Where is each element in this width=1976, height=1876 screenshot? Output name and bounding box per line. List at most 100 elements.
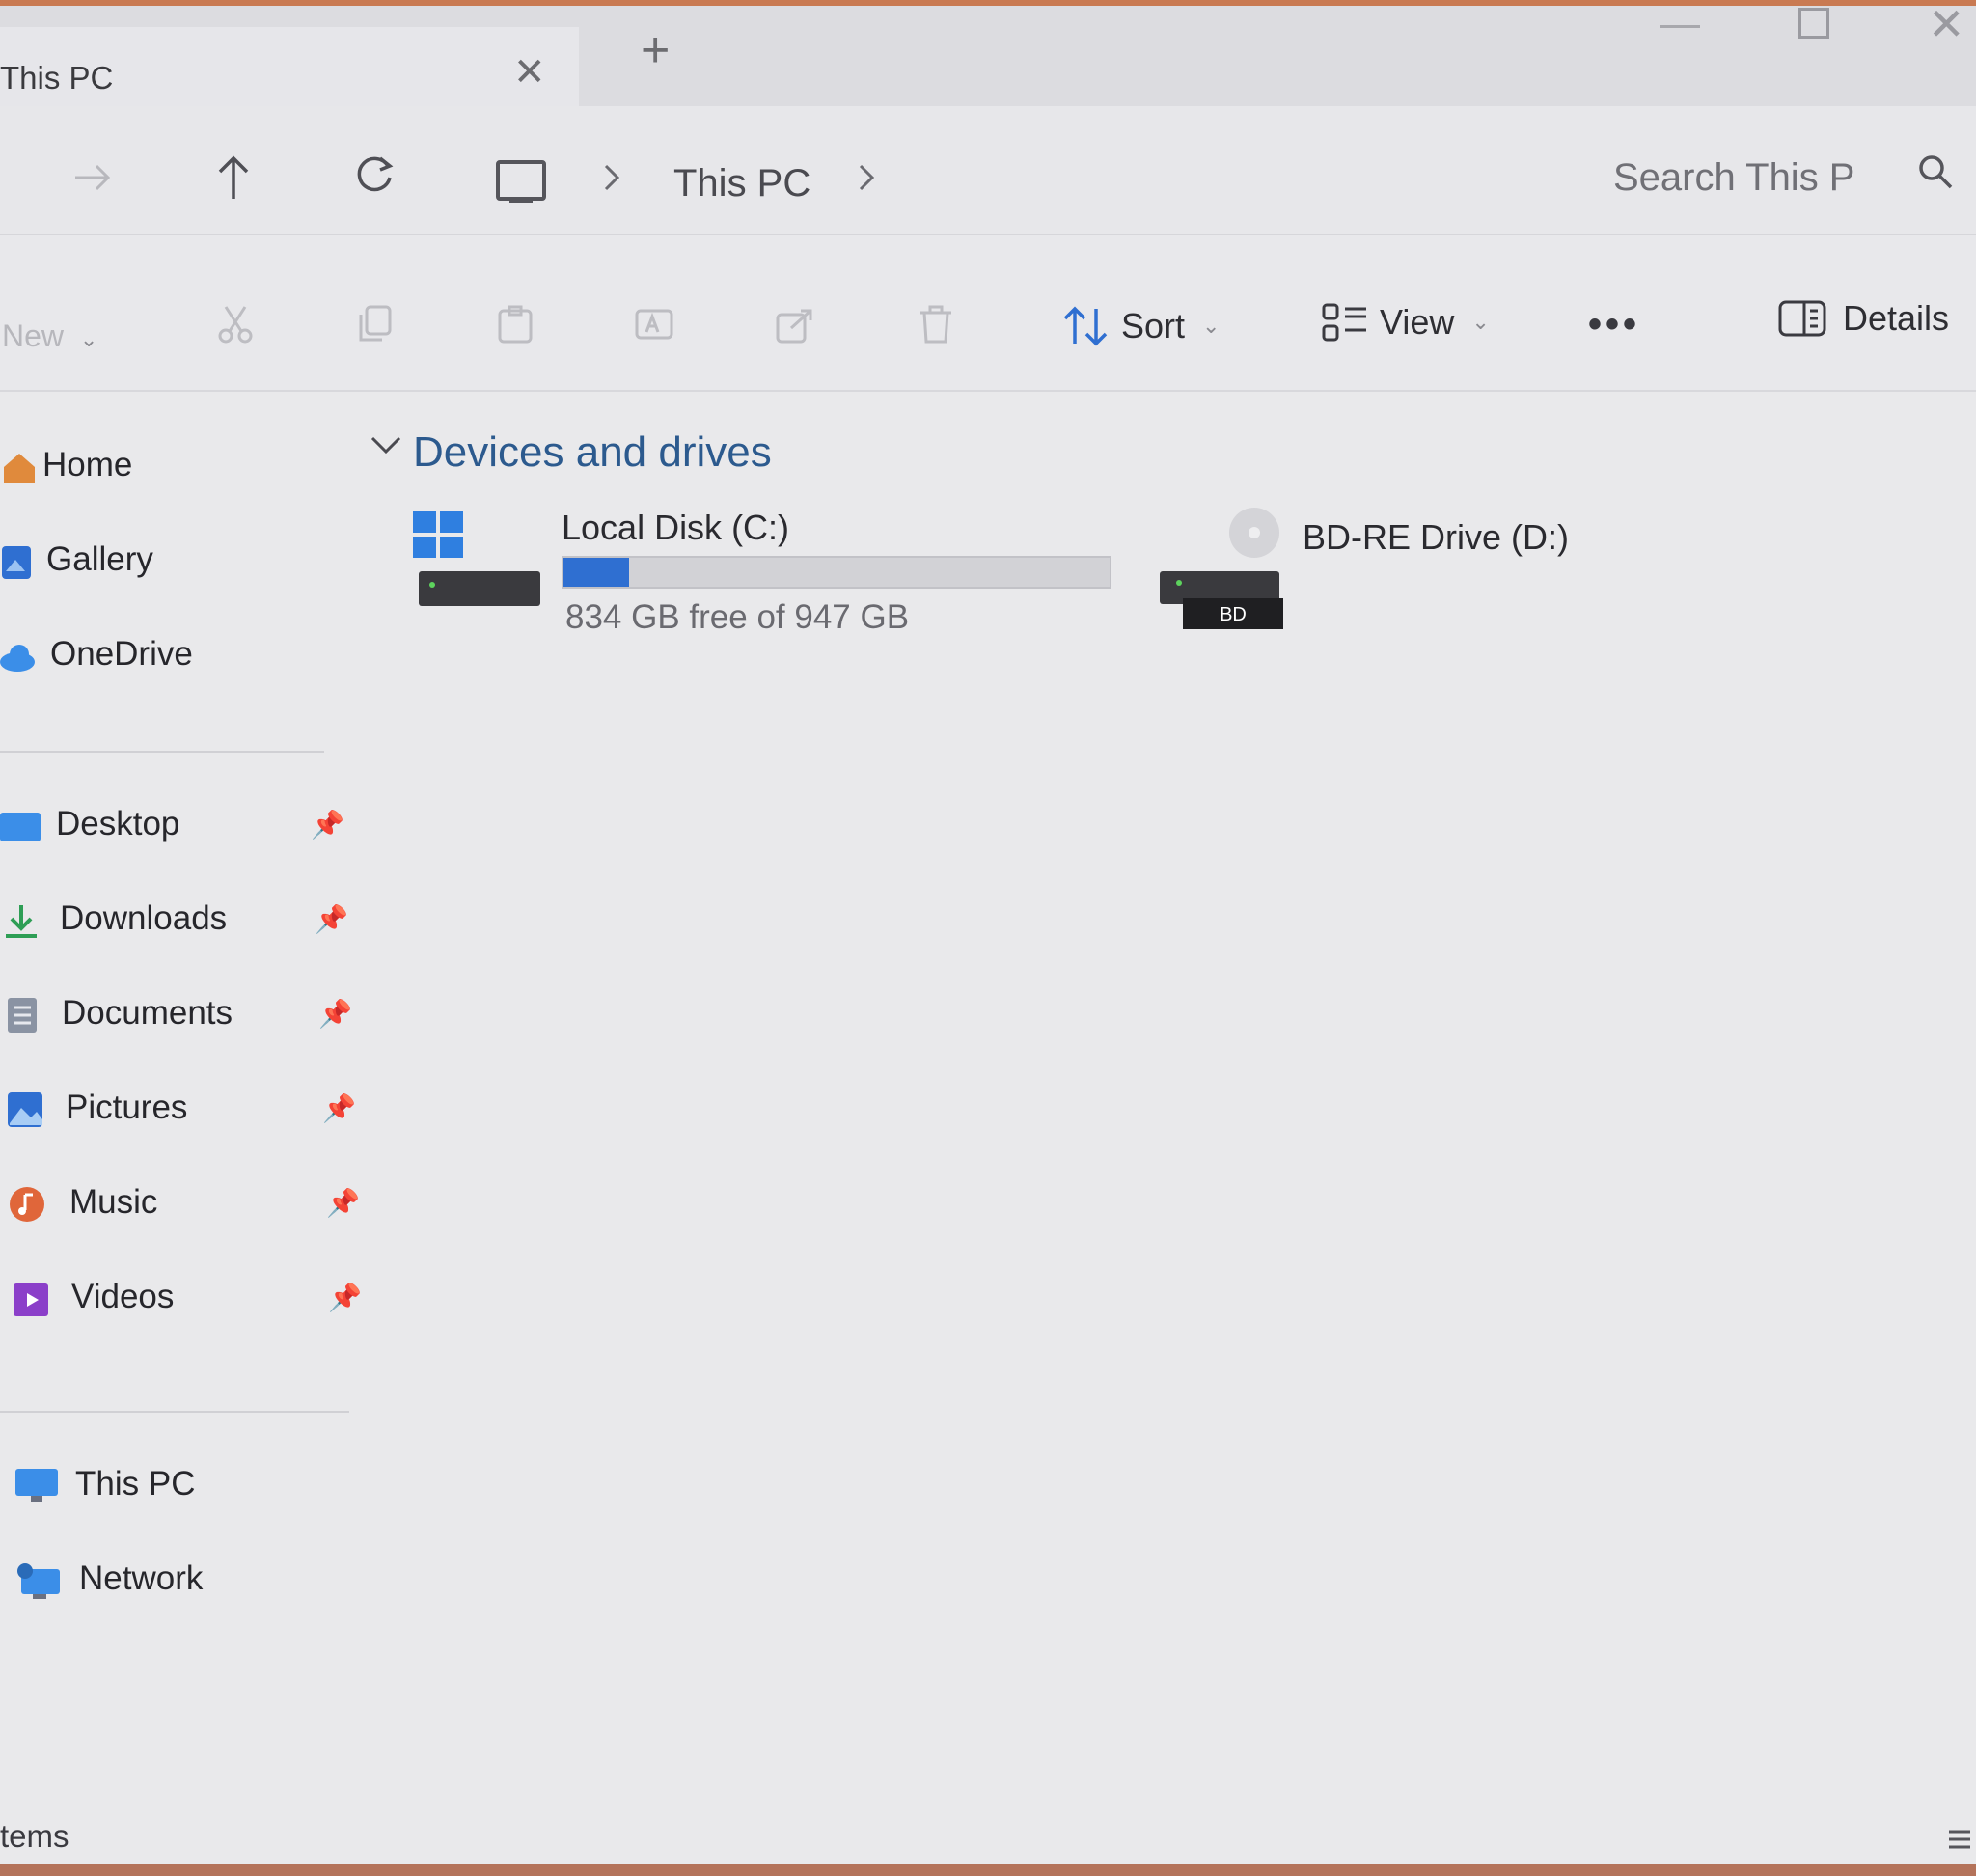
list-view-icon[interactable] (1947, 1826, 1972, 1855)
paste-icon[interactable] (494, 303, 536, 345)
bd-drive-icon: BD (1160, 508, 1283, 629)
computer-icon[interactable] (496, 160, 546, 203)
sidebar-divider (0, 751, 324, 753)
drive-name: BD-RE Drive (D:) (1303, 517, 1569, 557)
chevron-down-icon: ⌄ (79, 327, 98, 351)
maximize-icon[interactable] (1798, 8, 1829, 39)
music-icon (10, 1187, 44, 1222)
command-bar: New ⌄ Sort ⌄ View ⌄ ••• Details (0, 235, 1976, 392)
pin-icon[interactable]: 📌 (322, 1092, 356, 1124)
pin-icon[interactable]: 📌 (311, 809, 344, 841)
copy-icon[interactable] (355, 303, 398, 345)
group-header-devices-and-drives[interactable]: Devices and drives (413, 428, 772, 477)
sidebar-item-label: Network (79, 1559, 204, 1597)
new-tab-button[interactable]: + (641, 21, 670, 79)
sort-icon (1063, 306, 1108, 346)
sidebar-item-onedrive[interactable]: OneDrive (0, 627, 367, 685)
window-bottom-edge (0, 1864, 1976, 1876)
sidebar-item-this-pc[interactable]: This PC (0, 1457, 367, 1515)
details-label: Details (1843, 298, 1950, 338)
sidebar-item-videos[interactable]: Videos 📌 (0, 1270, 367, 1328)
navigation-pane: Home Gallery OneDrive Desktop 📌 Download… (0, 390, 367, 1818)
view-icon (1322, 303, 1366, 342)
onedrive-icon (0, 645, 35, 672)
sidebar-item-label: Downloads (60, 899, 228, 937)
this-pc-icon (15, 1469, 58, 1502)
pin-icon[interactable]: 📌 (326, 1187, 360, 1219)
documents-icon (8, 998, 37, 1033)
sidebar-item-gallery[interactable]: Gallery (0, 533, 367, 591)
pictures-icon (8, 1092, 42, 1127)
tab-close-icon[interactable]: ✕ (513, 50, 546, 95)
sidebar-item-network[interactable]: Network (0, 1552, 367, 1610)
details-button[interactable]: Details (1777, 290, 1949, 347)
search-placeholder: Search This P (1613, 156, 1855, 199)
chevron-down-icon[interactable] (369, 430, 403, 459)
chevron-right-icon[interactable] (600, 160, 623, 195)
refresh-icon[interactable] (351, 151, 398, 197)
sidebar-item-desktop[interactable]: Desktop 📌 (0, 797, 367, 855)
windows-drive-icon (413, 511, 540, 606)
arrow-up-icon[interactable] (210, 152, 257, 203)
address-bar: This PC Search This P (0, 106, 1976, 235)
desktop-icon (0, 813, 41, 841)
title-bar: This PC ✕ + ✕ (0, 0, 1976, 106)
gallery-icon (2, 546, 31, 579)
sort-button[interactable]: Sort ⌄ (1061, 297, 1220, 355)
sidebar-item-pictures[interactable]: Pictures 📌 (0, 1081, 367, 1139)
sidebar-item-home[interactable]: Home (0, 438, 367, 496)
sidebar-item-downloads[interactable]: Downloads 📌 (0, 892, 367, 950)
view-button[interactable]: View ⌄ (1320, 293, 1490, 351)
sidebar-item-label: Music (69, 1183, 158, 1221)
chevron-down-icon: ⌄ (1202, 314, 1221, 338)
content-pane: Devices and drives Local Disk (C:) 834 G… (367, 390, 1976, 1818)
minimize-icon[interactable] (1660, 25, 1700, 28)
pin-icon[interactable]: 📌 (315, 903, 348, 935)
sidebar-item-music[interactable]: Music 📌 (0, 1175, 367, 1233)
sidebar-item-documents[interactable]: Documents 📌 (0, 986, 367, 1044)
status-bar: tems (0, 1818, 1976, 1864)
sidebar-item-label: Documents (62, 994, 233, 1032)
sidebar-divider (0, 1411, 349, 1413)
downloads-icon (6, 905, 37, 938)
sidebar-item-label: Videos (71, 1278, 175, 1315)
breadcrumb-this-pc[interactable]: This PC (673, 162, 810, 206)
sort-label: Sort (1121, 306, 1186, 345)
view-label: View (1380, 302, 1455, 342)
tab-this-pc[interactable]: This PC ✕ (0, 27, 579, 106)
drive-name: Local Disk (C:) (562, 508, 790, 547)
home-icon (4, 454, 35, 483)
rename-icon[interactable] (633, 303, 675, 345)
search-icon[interactable] (1916, 152, 1955, 191)
sidebar-item-label: Gallery (46, 540, 153, 578)
drive-usage-bar (562, 556, 1112, 589)
search-input[interactable]: Search This P (1602, 135, 1976, 214)
delete-icon[interactable] (915, 303, 957, 345)
sidebar-item-label: Desktop (56, 805, 180, 842)
cut-icon[interactable] (214, 303, 257, 345)
network-icon (17, 1563, 60, 1599)
more-options-button[interactable]: ••• (1588, 303, 1640, 346)
drive-item-local-disk-c[interactable]: Local Disk (C:) 834 GB free of 947 GB (411, 498, 1112, 652)
status-item-count: tems (0, 1818, 69, 1854)
file-explorer-window: This PC ✕ + ✕ This PC Search This P New … (0, 0, 1976, 1876)
sidebar-item-label: This PC (75, 1465, 196, 1503)
details-pane-icon (1778, 300, 1826, 337)
close-window-icon[interactable]: ✕ (1928, 0, 1965, 50)
new-label: New (2, 318, 65, 353)
arrow-forward-icon[interactable] (69, 154, 116, 201)
tab-title: This PC (0, 60, 114, 96)
share-icon[interactable] (774, 303, 816, 345)
drive-usage-fill (563, 558, 629, 587)
chevron-down-icon: ⌄ (1471, 310, 1490, 334)
drive-free-space: 834 GB free of 947 GB (565, 598, 910, 636)
bd-badge: BD (1220, 604, 1247, 625)
chevron-right-icon[interactable] (855, 160, 878, 195)
pin-icon[interactable]: 📌 (328, 1282, 362, 1313)
videos-icon (14, 1283, 48, 1316)
pin-icon[interactable]: 📌 (318, 998, 352, 1030)
drive-item-bd-re-drive-d[interactable]: BD BD-RE Drive (D:) (1158, 498, 1737, 652)
new-button[interactable]: New ⌄ (2, 318, 97, 354)
sidebar-item-label: Home (42, 446, 133, 483)
sidebar-item-label: Pictures (66, 1089, 188, 1126)
